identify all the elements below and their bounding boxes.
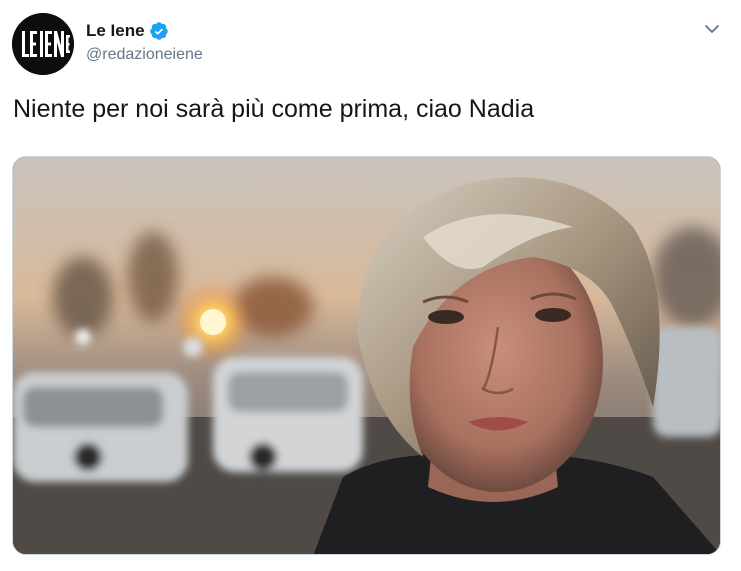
avatar[interactable] [12, 13, 74, 75]
author-names: Le Iene @redazioneiene [86, 20, 203, 66]
verified-badge-icon [149, 21, 169, 41]
display-name-row: Le Iene [86, 20, 203, 42]
display-name[interactable]: Le Iene [86, 20, 145, 42]
le-iene-logo-icon [12, 13, 74, 75]
chevron-down-icon[interactable] [703, 20, 721, 38]
handle[interactable]: @redazioneiene [86, 44, 203, 66]
photo-image [13, 157, 720, 554]
tweet-photo[interactable] [12, 156, 721, 555]
tweet-text: Niente per noi sarà più come prima, ciao… [13, 95, 535, 123]
tweet-card: Le Iene @redazioneiene Niente per noi sa… [0, 0, 741, 571]
